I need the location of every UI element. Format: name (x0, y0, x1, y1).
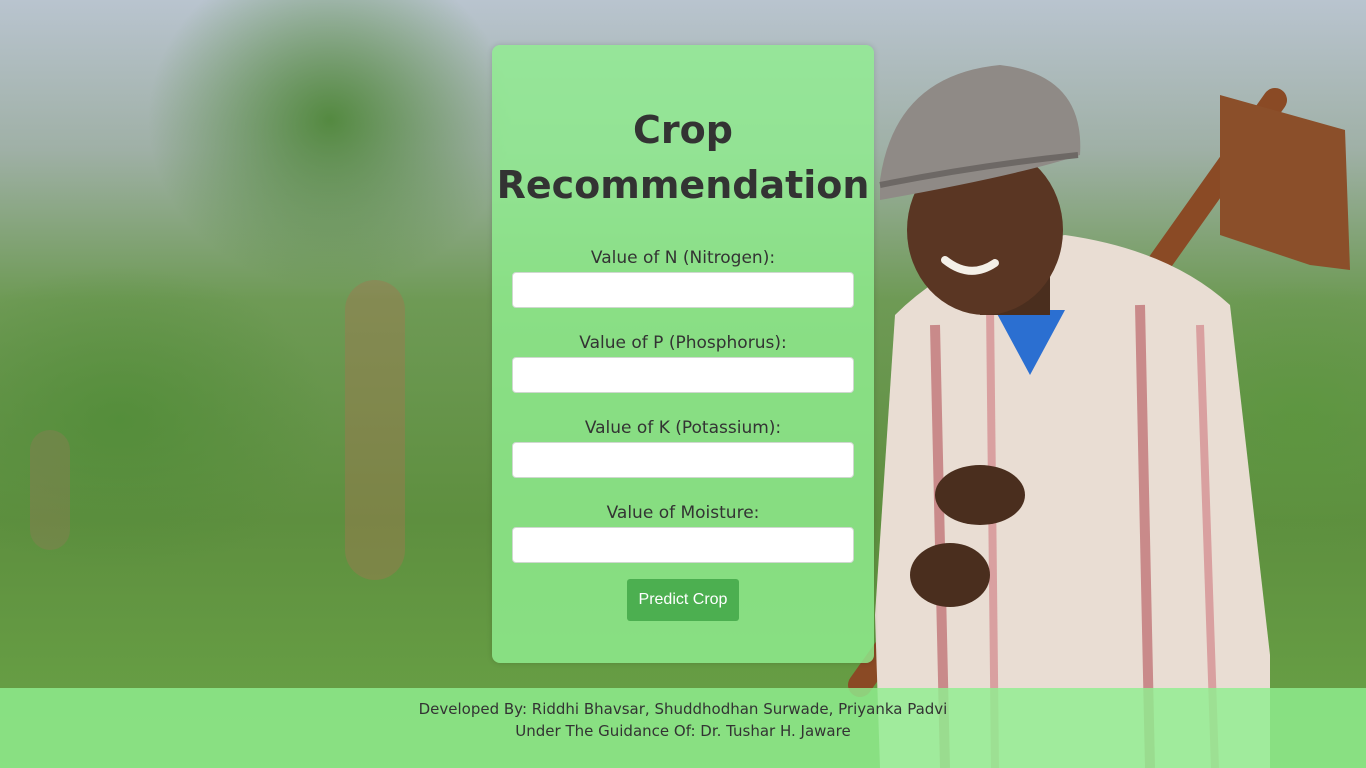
potassium-label: Value of K (Potassium): (584, 418, 782, 438)
phosphorus-label: Value of P (Phosphorus): (579, 333, 787, 353)
potassium-field-group: Value of K (Potassium): (492, 414, 874, 478)
nitrogen-input[interactable] (512, 272, 854, 308)
nitrogen-field-group: Value of N (Nitrogen): (492, 244, 874, 308)
crop-form-card: Crop Recommendation Value of N (Nitrogen… (492, 45, 874, 663)
moisture-input[interactable] (512, 527, 854, 563)
moisture-field-group: Value of Moisture: (492, 499, 874, 563)
predict-crop-button[interactable]: Predict Crop (627, 579, 739, 621)
footer-developers: Developed By: Riddhi Bhavsar, Shuddhodha… (418, 700, 948, 718)
background-tree-trunk (30, 430, 70, 550)
phosphorus-field-group: Value of P (Phosphorus): (492, 329, 874, 393)
footer: Developed By: Riddhi Bhavsar, Shuddhodha… (0, 688, 1366, 768)
page-background: Crop Recommendation Value of N (Nitrogen… (0, 0, 1366, 768)
moisture-label: Value of Moisture: (606, 503, 760, 523)
nitrogen-label: Value of N (Nitrogen): (590, 248, 776, 268)
page-title: Crop Recommendation (496, 108, 870, 207)
background-tree-trunk (345, 280, 405, 580)
phosphorus-input[interactable] (512, 357, 854, 393)
farmer-photo-background (848, 65, 1350, 768)
footer-guidance: Under The Guidance Of: Dr. Tushar H. Jaw… (515, 722, 851, 740)
potassium-input[interactable] (512, 442, 854, 478)
